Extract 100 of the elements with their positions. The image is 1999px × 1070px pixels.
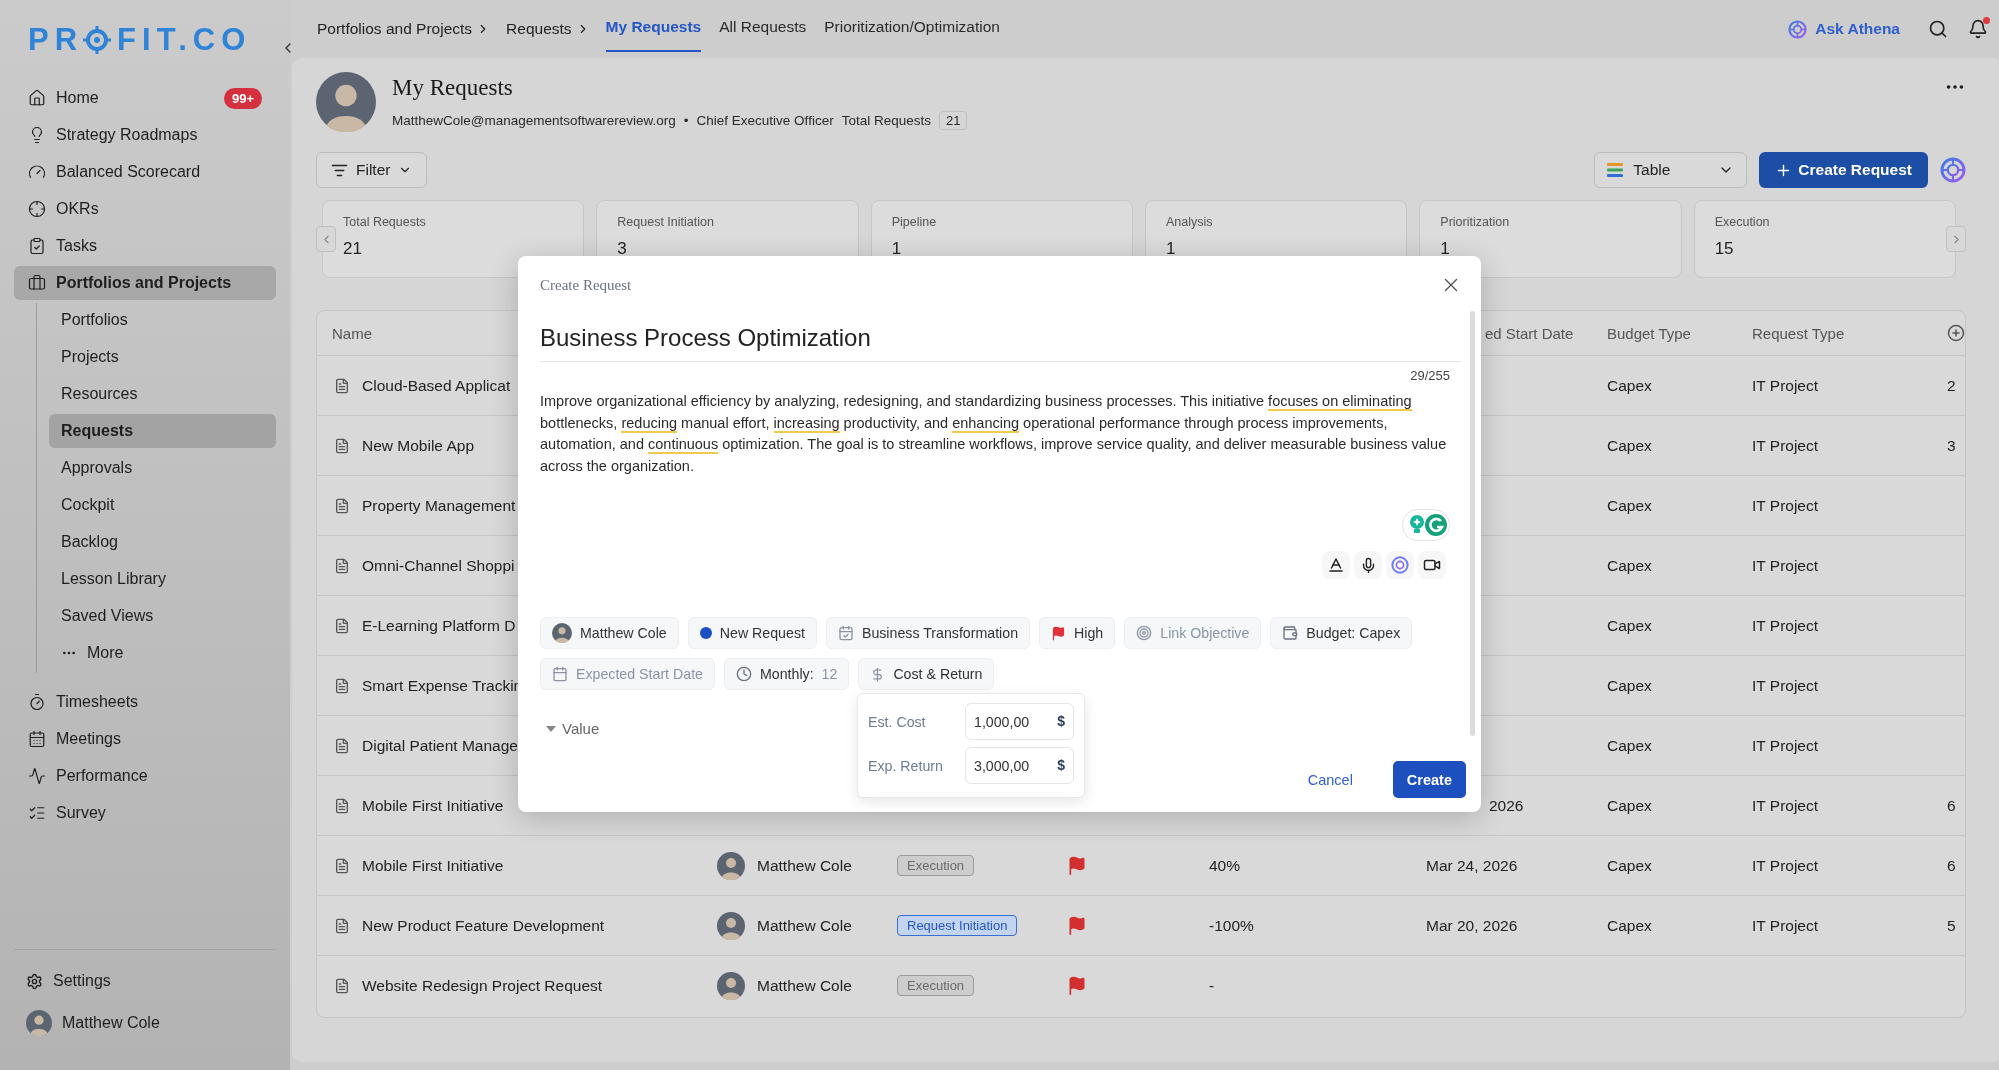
bell-icon[interactable] bbox=[1968, 19, 1988, 39]
assistant-button[interactable] bbox=[1386, 551, 1414, 579]
user-profile[interactable]: Matthew Cole bbox=[14, 1006, 276, 1040]
crosshair-icon bbox=[28, 200, 46, 218]
table-cell: New Mobile App bbox=[362, 436, 474, 455]
sidebar-item[interactable]: Tasks bbox=[14, 229, 276, 263]
sidebar-subitem[interactable]: Saved Views bbox=[49, 599, 276, 633]
category-chip[interactable]: Business Transformation bbox=[825, 617, 1031, 649]
sidebar-item[interactable]: Balanced Scorecard bbox=[14, 155, 276, 189]
tab[interactable]: My Requests bbox=[605, 0, 702, 52]
total-count: 21 bbox=[938, 110, 968, 130]
settings-link[interactable]: Settings bbox=[14, 964, 276, 998]
filter-button[interactable]: Filter bbox=[316, 152, 428, 188]
microphone-button[interactable] bbox=[1354, 551, 1382, 579]
sidebar-subitem[interactable]: Approvals bbox=[49, 451, 276, 485]
table-cell: Capex bbox=[1607, 916, 1652, 935]
athena-icon[interactable] bbox=[1940, 157, 1966, 183]
table-cell: IT Project bbox=[1752, 736, 1819, 755]
document-icon bbox=[334, 377, 350, 394]
sidebar-subitem[interactable]: Projects bbox=[49, 340, 276, 374]
column-header: Name bbox=[332, 324, 372, 342]
logo-text: FIT.CO bbox=[117, 23, 252, 57]
sidebar-item[interactable]: Survey bbox=[14, 796, 276, 830]
writing-assistant-icon[interactable] bbox=[1402, 509, 1450, 541]
target-icon bbox=[1391, 556, 1409, 574]
add-column-icon[interactable] bbox=[1947, 324, 1965, 342]
sidebar-item[interactable]: Performance bbox=[14, 759, 276, 793]
description-text[interactable]: Improve organizational efficiency by analyzing, redesigning, and standardizing business processes. This initiative focuses on eliminating bottlenecks, reducing manual effort, increasing productivity, and enhancing operational performance through process improvements, automation, and continuous optimization. The goal is to streamline workflows, improve service quality, and deliver measurable business value across the organization. bbox=[540, 391, 1450, 477]
sidebar-item[interactable]: Home 99+ bbox=[14, 81, 276, 115]
avatar bbox=[552, 623, 572, 643]
notification-badge: 99+ bbox=[223, 87, 262, 109]
status-chip[interactable]: New Request bbox=[687, 617, 817, 649]
sidebar-item[interactable]: OKRs bbox=[14, 192, 276, 226]
avatar bbox=[717, 971, 745, 1000]
table-cell: Capex bbox=[1607, 496, 1652, 515]
request-name-field[interactable]: Business Process Optimization bbox=[540, 323, 1462, 362]
sidebar-item[interactable]: Meetings bbox=[14, 722, 276, 756]
create-button[interactable]: Create bbox=[1392, 761, 1466, 798]
table-cell: - bbox=[1209, 976, 1215, 995]
cancel-link[interactable]: Cancel bbox=[1307, 771, 1353, 788]
category-icon bbox=[837, 625, 854, 641]
value-section-toggle[interactable]: Value bbox=[546, 720, 600, 737]
priority-chip[interactable]: High bbox=[1039, 617, 1116, 649]
sidebar-subitem[interactable]: Backlog bbox=[49, 525, 276, 559]
athena-icon[interactable] bbox=[1788, 19, 1808, 39]
sidebar-item[interactable]: Portfolios and Projects bbox=[14, 266, 276, 300]
breadcrumb-link[interactable]: Requests bbox=[506, 0, 590, 58]
dialog-title: Create Request bbox=[540, 276, 632, 294]
text-color-icon bbox=[1327, 556, 1345, 574]
field-label: Est. Cost bbox=[868, 713, 927, 730]
email-text: MatthewCole@managementsoftwarereview.org bbox=[392, 112, 676, 128]
total-label: Total Requests bbox=[841, 112, 931, 128]
document-icon bbox=[334, 497, 350, 514]
cost-chip[interactable]: Cost & Return bbox=[858, 658, 995, 690]
video-button[interactable] bbox=[1418, 551, 1446, 579]
stat-label: Execution bbox=[1714, 215, 1771, 229]
table-cell: 3 bbox=[1947, 436, 1956, 455]
table-cell: IT Project bbox=[1752, 376, 1819, 395]
table-cell: IT Project bbox=[1752, 496, 1819, 515]
table-view-icon bbox=[1607, 163, 1624, 177]
create-request-button[interactable]: Create Request bbox=[1759, 152, 1928, 188]
view-select[interactable]: Table bbox=[1594, 152, 1748, 188]
gauge-icon bbox=[28, 163, 46, 181]
stat-value: 21 bbox=[343, 239, 363, 259]
sidebar-subitem[interactable]: Resources bbox=[49, 377, 276, 411]
column-header: Budget Type bbox=[1607, 324, 1691, 342]
logo-text: PR bbox=[28, 23, 84, 57]
sidebar-subitem[interactable]: Requests bbox=[49, 414, 276, 448]
sidebar-subitem[interactable]: Cockpit bbox=[49, 488, 276, 522]
table-cell: Capex bbox=[1607, 556, 1652, 575]
frequency-chip[interactable]: Monthly: 12 bbox=[723, 658, 850, 690]
tab[interactable]: Prioritization/Optimization bbox=[824, 0, 1000, 52]
sidebar-item[interactable]: Timesheets bbox=[14, 685, 276, 719]
scroll-bar[interactable] bbox=[1470, 311, 1475, 736]
search-icon[interactable] bbox=[1928, 19, 1948, 39]
table-cell: Cloud-Based Applicat bbox=[362, 376, 511, 395]
ask-athena-button[interactable]: Ask Athena bbox=[1788, 19, 1900, 39]
table-cell: New Product Feature Development bbox=[362, 916, 605, 935]
table-cell: Capex bbox=[1607, 796, 1652, 815]
tab[interactable]: All Requests bbox=[719, 0, 807, 52]
budget-chip[interactable]: Budget: Capex bbox=[1270, 617, 1413, 649]
owner-chip[interactable]: Matthew Cole bbox=[540, 617, 679, 649]
calendar-icon bbox=[28, 730, 46, 748]
sidebar-item[interactable]: Strategy Roadmaps bbox=[14, 118, 276, 152]
table-cell: Capex bbox=[1607, 676, 1652, 695]
avatar bbox=[717, 851, 745, 880]
sidebar-subitem[interactable]: More bbox=[49, 636, 276, 670]
table-cell: Matthew Cole bbox=[757, 856, 852, 875]
breadcrumb-link[interactable]: Portfolios and Projects bbox=[317, 0, 491, 58]
table-cell: Matthew Cole bbox=[757, 976, 852, 995]
settings-icon bbox=[26, 972, 43, 990]
text-format-button[interactable] bbox=[1322, 551, 1350, 579]
field-label: Exp. Return bbox=[868, 757, 944, 774]
avatar bbox=[717, 911, 745, 940]
table-cell: 5 bbox=[1947, 916, 1956, 935]
sidebar-subitem[interactable]: Lesson Library bbox=[49, 562, 276, 596]
stage-tag: Execution bbox=[897, 855, 975, 876]
sidebar-subitem[interactable]: Portfolios bbox=[49, 303, 276, 337]
stage-tag: Execution bbox=[897, 975, 975, 996]
table-cell: IT Project bbox=[1752, 556, 1819, 575]
